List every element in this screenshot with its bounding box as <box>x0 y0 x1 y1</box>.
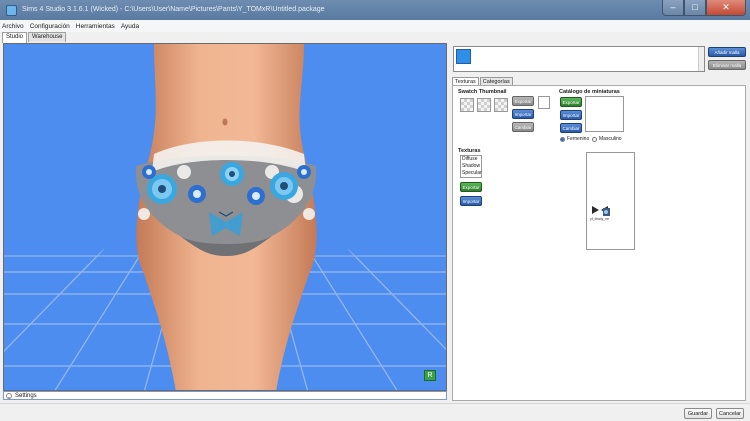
swatch-thumb-3[interactable] <box>494 98 508 112</box>
remove-mesh-button[interactable]: Eliminar malla <box>708 60 746 70</box>
textures-panel: Swatch Thumbnail Exportar Importar Cambi… <box>452 85 746 401</box>
swatch-thumbnail-header: Swatch Thumbnail <box>458 89 507 95</box>
catalog-import-button[interactable]: Importar <box>560 110 582 120</box>
minimize-icon[interactable]: – <box>662 0 684 16</box>
window-controls: – □ ✕ <box>662 0 746 16</box>
listbox-scrollbar[interactable] <box>698 47 704 71</box>
menu-archivo[interactable]: Archivo <box>2 23 24 30</box>
main-tabs: Studio Warehouse <box>0 32 67 43</box>
swatch-preview[interactable] <box>538 96 550 109</box>
catalog-export-button[interactable]: Exportar <box>560 97 582 107</box>
catalog-change-button[interactable]: Cambiar <box>560 123 582 133</box>
radio-female[interactable]: Femenino <box>560 136 589 142</box>
cancel-button[interactable]: Cancelar <box>716 408 744 419</box>
tab-texturas[interactable]: Texturas <box>452 77 479 85</box>
swatch-listbox[interactable] <box>453 46 705 72</box>
thumbnail-label: yf_tbody_ne <box>590 217 610 221</box>
save-button[interactable]: Guardar <box>684 408 712 419</box>
texture-item-shadow[interactable]: Shadow <box>462 163 481 170</box>
catalog-thumbnail-preview <box>585 96 624 132</box>
tab-categorias[interactable]: Categorías <box>479 77 513 85</box>
menu-ayuda[interactable]: Ayuda <box>121 23 139 30</box>
swatch-change-button[interactable]: Cambiar <box>512 122 534 132</box>
texture-item-diffuse[interactable]: Diffuse <box>462 156 481 163</box>
settings-bar[interactable]: ⌄ Settings <box>3 391 447 400</box>
butterfly-icon <box>592 206 610 216</box>
textures-header: Texturas <box>458 148 481 154</box>
menu-bar: Archivo Configuración Herramientas Ayuda <box>0 20 750 32</box>
tab-warehouse[interactable]: Warehouse <box>28 32 67 42</box>
swatch-thumb-1[interactable] <box>460 98 474 112</box>
radio-male[interactable]: Masculino <box>592 136 622 142</box>
app-icon <box>6 5 17 16</box>
close-icon[interactable]: ✕ <box>706 0 746 16</box>
swatch-thumb-2[interactable] <box>477 98 491 112</box>
swatch-import-button[interactable]: Importar <box>512 109 534 119</box>
radio-female-label: Femenino <box>567 136 590 142</box>
radio-male-dot[interactable] <box>592 136 597 142</box>
add-mesh-button[interactable]: Añadir malla <box>708 47 746 57</box>
settings-label: Settings <box>15 392 37 399</box>
window-title: Sims 4 Studio 3.1.6.1 (Wicked) - C:\User… <box>22 6 325 13</box>
menu-herramientas[interactable]: Herramientas <box>76 23 115 30</box>
chevron-down-icon[interactable]: ⌄ <box>6 392 12 399</box>
texture-thumbnail[interactable]: yf_tbody_ne <box>590 204 610 221</box>
inner-tabs: Texturas Categorías <box>452 77 514 85</box>
catalog-thumbnails-header: Catálogo de miniaturas <box>559 89 620 95</box>
radio-female-dot[interactable] <box>560 136 565 142</box>
r-badge[interactable]: R <box>424 370 436 381</box>
radio-male-label: Masculino <box>599 136 622 142</box>
maximize-icon[interactable]: □ <box>684 0 706 16</box>
right-panel: Añadir malla Eliminar malla Texturas Cat… <box>450 43 748 403</box>
texture-item-specular[interactable]: Specular <box>462 170 482 177</box>
texture-preview-box: yf_tbody_ne <box>586 152 635 250</box>
footer-bar: Guardar Cancelar <box>0 403 750 421</box>
tab-studio[interactable]: Studio <box>2 32 28 43</box>
swatch-color-icon[interactable] <box>456 49 471 64</box>
3d-viewport[interactable]: R <box>3 43 447 391</box>
swatch-export-button[interactable]: Exportar <box>512 96 534 106</box>
viewport-render <box>4 44 446 390</box>
menu-configuracion[interactable]: Configuración <box>30 23 70 30</box>
textures-list[interactable]: Diffuse Shadow Specular <box>460 155 482 178</box>
texture-export-button[interactable]: Exportar <box>460 182 482 192</box>
title-bar: Sims 4 Studio 3.1.6.1 (Wicked) - C:\User… <box>0 0 750 20</box>
texture-import-button[interactable]: Importar <box>460 196 482 206</box>
